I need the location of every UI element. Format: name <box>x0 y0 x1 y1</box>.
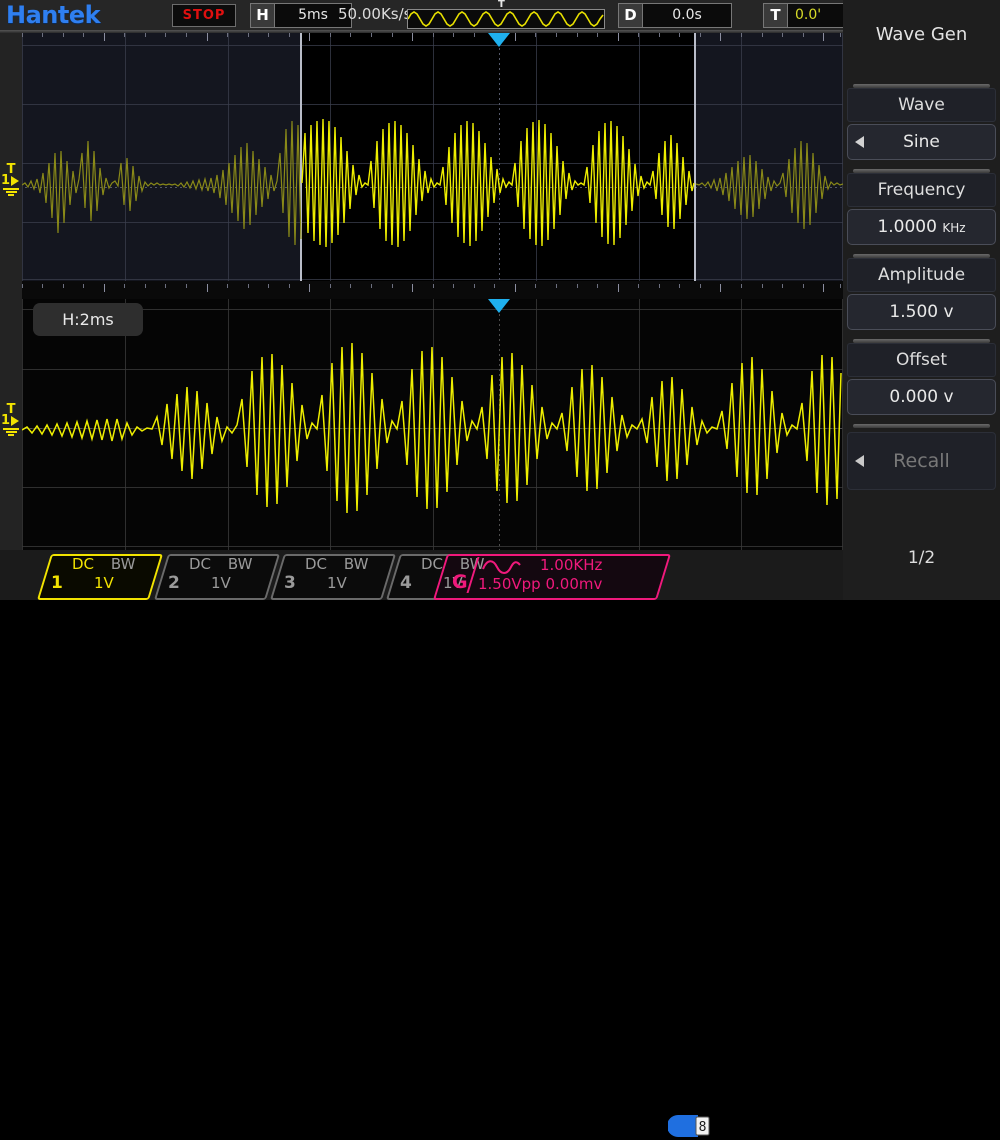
trigger-position-marker-main[interactable] <box>488 33 510 47</box>
main-timebase-pane[interactable]: T 1 <box>0 33 843 281</box>
wave-value-text: Sine <box>903 132 940 152</box>
channel-3-bandwidth: BW <box>343 555 369 573</box>
menu-title: Wave Gen <box>875 24 968 45</box>
zoom-timebase-label[interactable]: H:2ms <box>33 303 143 336</box>
offset-value-text: 0.000 <box>889 387 939 407</box>
channel-1-bandwidth: BW <box>110 555 136 573</box>
frequency-label: Frequency <box>847 173 996 207</box>
channel-1-status[interactable]: 1 DC BW 1V <box>36 554 164 600</box>
ground-arrow-icon <box>11 176 20 186</box>
channel-4-coupling: DC <box>421 555 444 573</box>
channel1-ground-marker-main[interactable]: T 1 <box>0 163 22 197</box>
generator-frequency: 1.00KHz <box>540 556 603 574</box>
generator-tag: G <box>452 571 468 593</box>
waveform-overview-strip[interactable] <box>407 9 605 29</box>
trigger-key-label: T <box>764 4 788 27</box>
channel-marker-number-zoom: 1 <box>1 413 11 428</box>
delay-key-label: D <box>619 4 643 27</box>
sample-rate-label: 50.00Ks/s <box>338 5 412 23</box>
generator-amplitude-offset: 1.50Vpp 0.00mv <box>478 575 603 593</box>
channel-1-line1: DC BW <box>72 555 135 573</box>
usb-storage-icon[interactable]: 8 <box>668 1112 714 1140</box>
storage-badge-number: 8 <box>699 1120 707 1135</box>
channel-1-number: 1 <box>51 573 63 593</box>
menu-item-amplitude[interactable]: Amplitude 1.500 v <box>847 254 996 330</box>
channel-2-number: 2 <box>168 573 180 593</box>
channel-3-number: 3 <box>284 573 296 593</box>
ground-symbol-icon-zoom <box>0 428 22 436</box>
delay-field[interactable]: D 0.0s <box>618 3 732 28</box>
amplitude-label: Amplitude <box>847 258 996 292</box>
amplitude-value-button[interactable]: 1.500 v <box>847 294 996 330</box>
channel1-ground-marker-zoom[interactable]: T 1 <box>0 403 22 437</box>
overview-trigger-marker: T <box>498 0 505 10</box>
menu-item-frequency[interactable]: Frequency 1.0000 KHz <box>847 169 996 245</box>
menu-separator <box>853 424 990 428</box>
frequency-value-button[interactable]: 1.0000 KHz <box>847 209 996 245</box>
offset-value-button[interactable]: 0.000 v <box>847 379 996 415</box>
caret-left-icon <box>855 136 864 148</box>
waveform-display-area[interactable]: T 1 T 1 H:2ms <box>0 33 843 550</box>
channel-3-line1: DC BW <box>305 555 368 573</box>
menu-item-offset[interactable]: Offset 0.000 v <box>847 339 996 415</box>
amplitude-value-text: 1.500 <box>889 302 939 322</box>
pane-divider-ruler <box>0 281 843 299</box>
amplitude-unit: v <box>943 302 954 322</box>
wave-value-button[interactable]: Sine <box>847 124 996 160</box>
channel-2-status[interactable]: 2 DC BW 1V <box>153 554 281 600</box>
channel-2-line1: DC BW <box>189 555 252 573</box>
delay-value: 0.0s <box>672 7 702 23</box>
recall-button[interactable]: Recall <box>847 432 996 490</box>
channel-3-scale: 1V <box>327 574 347 592</box>
channel-2-coupling: DC <box>189 555 212 573</box>
brand-logo: Hantek <box>6 1 101 29</box>
channel-3-status[interactable]: 3 DC BW 1V <box>269 554 397 600</box>
ground-arrow-icon-zoom <box>11 416 20 426</box>
horizontal-scale-field[interactable]: H 5ms <box>250 3 352 28</box>
channel1-trace-zoom <box>21 342 842 514</box>
channel-2-scale: 1V <box>211 574 231 592</box>
recall-label: Recall <box>893 450 950 472</box>
oscilloscope-screen: Hantek STOP H 5ms 50.00Ks/s T D 0.0s T 0… <box>0 0 1000 1137</box>
channel1-trace-main <box>21 118 843 248</box>
wave-label: Wave <box>847 88 996 122</box>
overview-sine-trace <box>408 11 604 27</box>
menu-item-recall[interactable]: Recall <box>847 424 996 490</box>
trigger-level-field[interactable]: T 0.0' <box>763 3 845 28</box>
channel-marker-number: 1 <box>1 173 11 188</box>
offset-label: Offset <box>847 343 996 377</box>
channel-1-coupling: DC <box>72 555 95 573</box>
frequency-value-text: 1.0000 <box>877 217 937 237</box>
channel-status-bar: 1 DC BW 1V 2 DC BW 1V 3 DC BW 1V 4 DC BW… <box>0 550 843 1137</box>
ground-symbol-icon <box>0 188 22 196</box>
zoom-timebase-pane[interactable]: T 1 <box>0 299 843 550</box>
sine-icon <box>482 560 521 574</box>
page-indicator: 1/2 <box>907 548 936 568</box>
channel-3-coupling: DC <box>305 555 328 573</box>
channel-1-scale: 1V <box>94 574 114 592</box>
caret-left-icon-recall <box>855 455 864 467</box>
offset-unit: v <box>943 387 954 407</box>
channel-2-bandwidth: BW <box>227 555 253 573</box>
menu-item-wave[interactable]: Wave Sine <box>847 84 996 160</box>
trigger-level-value: 0.0' <box>795 7 822 23</box>
trigger-position-marker-zoom[interactable] <box>488 299 510 313</box>
menu-sidebar[interactable]: Wave Gen Wave Sine Frequency 1.0000 KHz … <box>843 0 1000 600</box>
horizontal-key-label: H <box>251 4 275 27</box>
left-gutter <box>0 33 22 550</box>
run-status-badge[interactable]: STOP <box>172 4 236 27</box>
channel-4-number: 4 <box>400 573 412 593</box>
frequency-unit: KHz <box>942 221 966 235</box>
